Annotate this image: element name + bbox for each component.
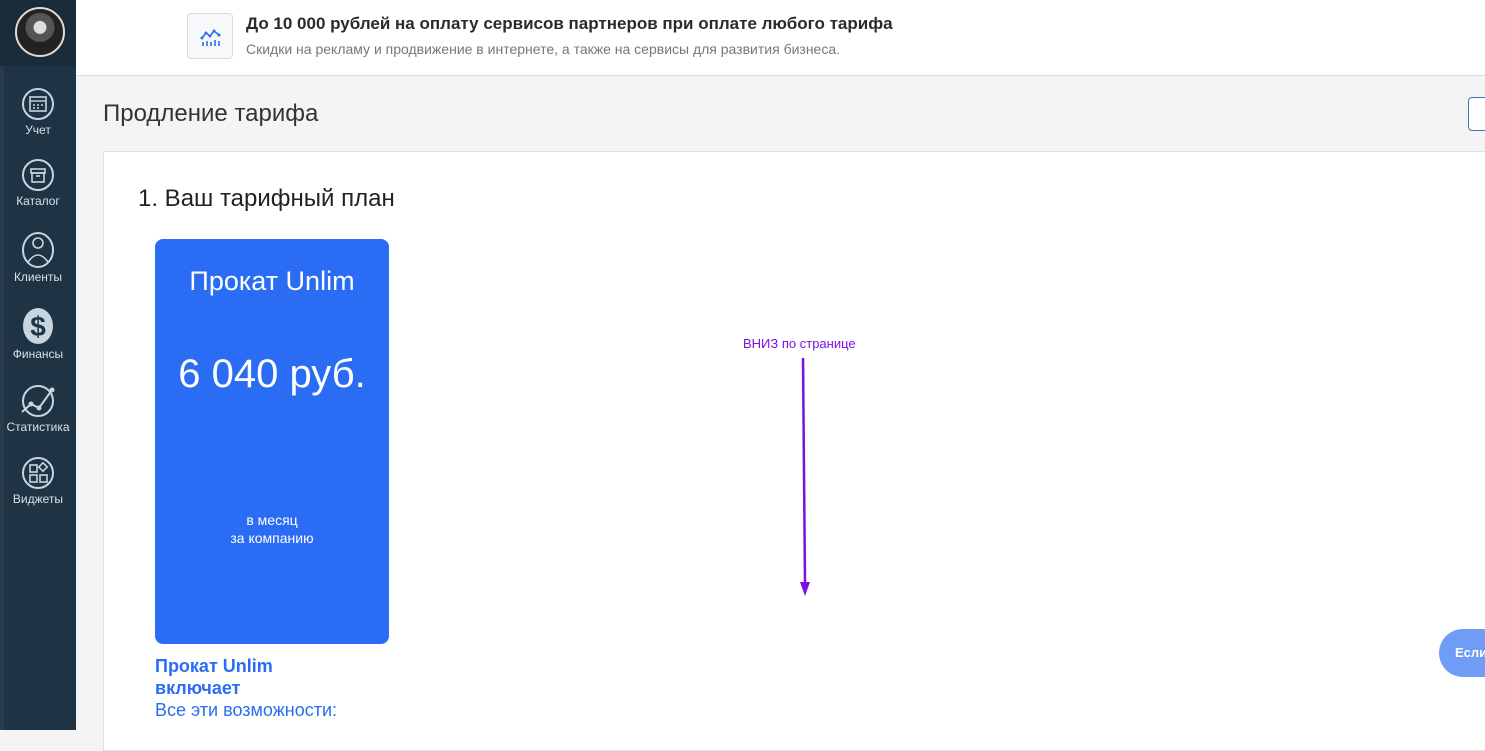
calendar-icon — [22, 88, 54, 120]
annotation-label: ВНИЗ по странице — [743, 336, 856, 351]
person-icon — [22, 232, 54, 268]
dollar-icon: $ — [23, 308, 53, 344]
chat-widget-button[interactable]: Если — [1439, 629, 1485, 677]
sidebar: Учет Каталог Клиенты $ Финансы Статистик… — [0, 0, 76, 730]
includes-title: Прокат Unlim включает — [155, 656, 273, 698]
sidebar-item-label: Финансы — [12, 347, 64, 361]
page-title: Продление тарифа — [103, 100, 319, 127]
promo-subtitle: Скидки на рекламу и продвижение в интерн… — [246, 41, 841, 57]
tariff-name: Прокат Unlim — [189, 266, 355, 296]
promo-chart-icon — [187, 13, 233, 59]
sidebar-item-widgets[interactable]: Виджеты — [0, 456, 76, 506]
section-title: 1. Ваш тарифный план — [138, 185, 395, 212]
tariff-period-line2: за компанию — [230, 530, 314, 546]
svg-text:$: $ — [30, 311, 46, 342]
sidebar-item-label: Статистика — [6, 420, 70, 434]
sidebar-item-finance[interactable]: $ Финансы — [0, 305, 76, 361]
header-action-button[interactable] — [1468, 97, 1485, 131]
avatar-area — [0, 0, 76, 66]
tariff-period: в месяц за компанию — [155, 511, 389, 547]
sidebar-item-label: Каталог — [16, 194, 60, 208]
avatar[interactable] — [15, 7, 65, 57]
sidebar-item-label: Учет — [25, 123, 51, 137]
chart-icon — [21, 385, 55, 417]
sidebar-item-label: Клиенты — [13, 270, 63, 284]
includes-subtitle: Все эти возможности: — [155, 700, 338, 720]
sidebar-item-catalog[interactable]: Каталог — [0, 158, 76, 208]
sidebar-item-accounting[interactable]: Учет — [0, 87, 76, 137]
promo-banner[interactable]: До 10 000 рублей на оплату сервисов парт… — [76, 0, 1485, 76]
down-arrow-icon — [800, 357, 810, 596]
tariff-price: 6 040 руб. — [178, 352, 366, 396]
box-icon — [22, 159, 54, 191]
sidebar-item-clients[interactable]: Клиенты — [0, 230, 76, 284]
widgets-icon — [22, 457, 54, 489]
tariff-card[interactable]: Прокат Unlim 6 040 руб. в месяц за компа… — [155, 239, 389, 644]
sidebar-item-label: Виджеты — [12, 492, 64, 506]
sidebar-item-statistics[interactable]: Статистика — [0, 384, 76, 434]
promo-title[interactable]: До 10 000 рублей на оплату сервисов парт… — [246, 14, 893, 34]
tariff-period-line1: в месяц — [246, 512, 298, 528]
chat-label: Если — [1455, 645, 1485, 660]
